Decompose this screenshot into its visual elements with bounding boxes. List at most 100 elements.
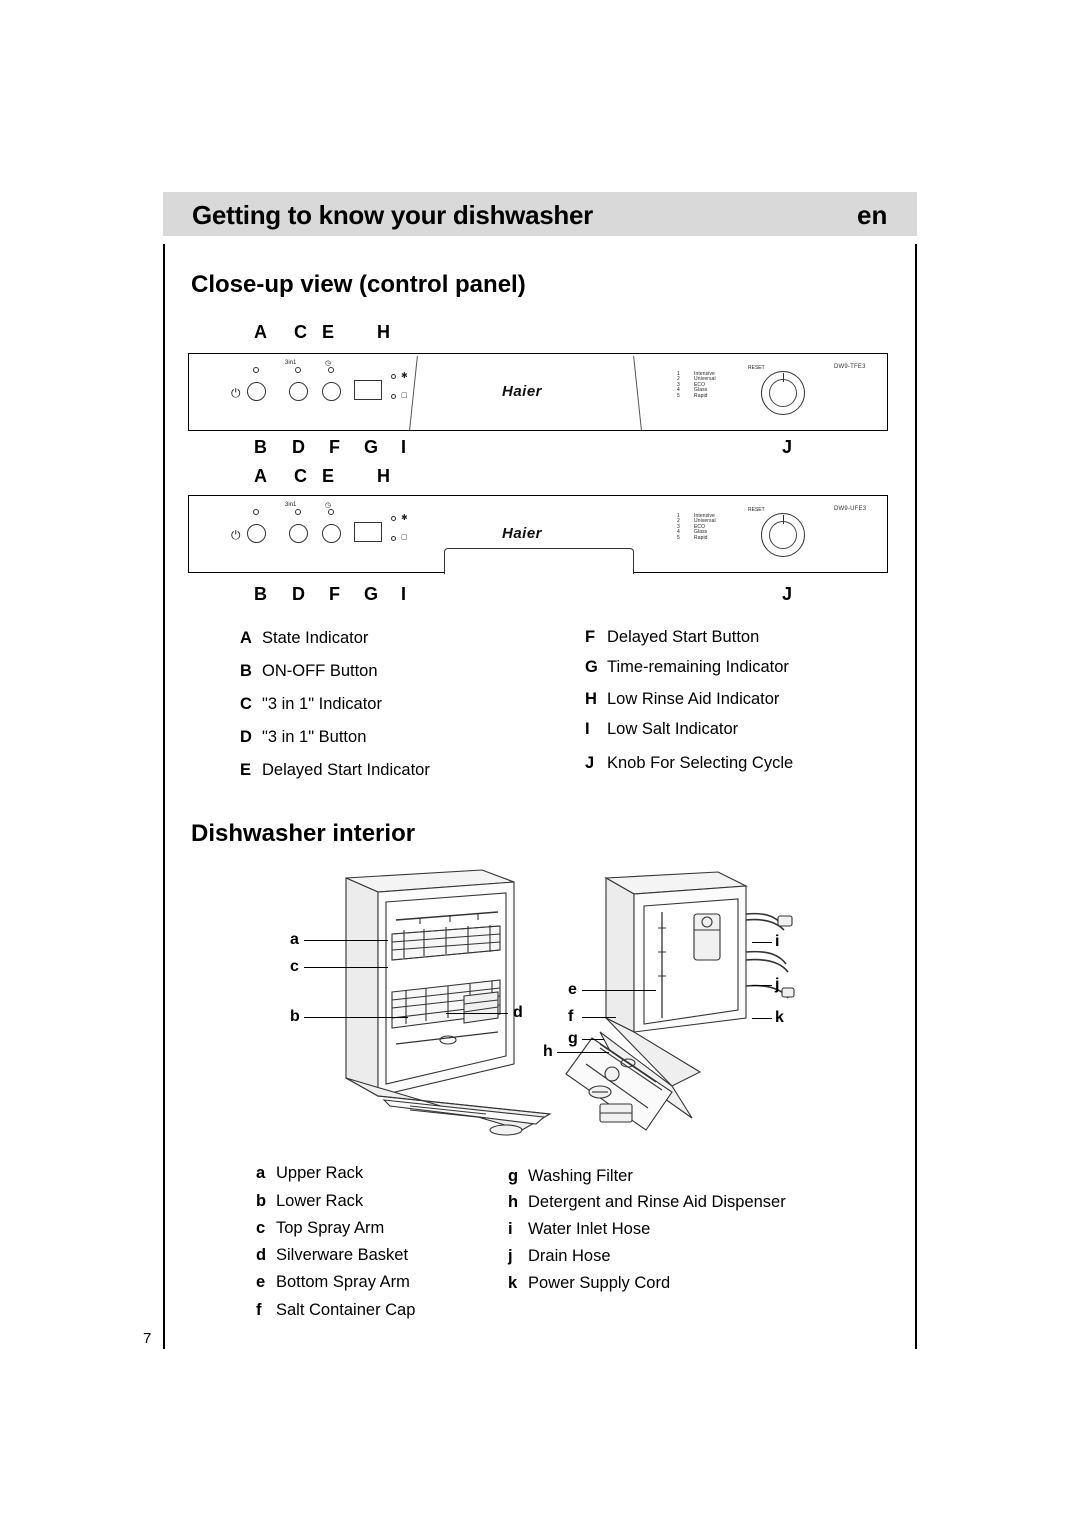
- legend-label-a: State Indicator: [262, 629, 369, 647]
- legend-key-h-lc: h: [508, 1193, 519, 1211]
- callout-row-top-1: A C E H: [188, 322, 888, 344]
- legend-item-d: D "3 in 1" Button: [240, 728, 366, 747]
- brand-logo-2: Haier: [502, 525, 543, 542]
- legend-item-top-spray-arm: c Top Spray Arm: [256, 1219, 384, 1238]
- program-rapid: Rapid: [694, 392, 708, 399]
- right-rule: [915, 244, 917, 1349]
- clock-icon-2: ◷: [325, 502, 332, 509]
- program-list-1: Intensive Universal ECO Glass Rapid: [694, 371, 716, 399]
- leader-j: [752, 985, 772, 987]
- legend-label-drain-hose: Drain Hose: [528, 1247, 611, 1265]
- callout-d-2: D: [292, 584, 305, 604]
- callout-f: F: [329, 437, 340, 457]
- legend-item-j: J Knob For Selecting Cycle: [585, 754, 793, 773]
- door-handle[interactable]: [444, 548, 634, 574]
- callout-row-bottom-1: B D F G I J: [188, 437, 888, 459]
- salt-icon: ▢: [401, 392, 408, 399]
- legend-item-silverware-basket: d Silverware Basket: [256, 1246, 408, 1265]
- reset-label-2: RESET: [748, 507, 765, 513]
- callout-g-2: G: [364, 584, 379, 604]
- diagram-label-h: h: [543, 1043, 553, 1060]
- legend-label-d: "3 in 1" Button: [262, 728, 367, 746]
- legend-key-b-lc: b: [256, 1192, 267, 1210]
- language-code: en: [857, 200, 888, 230]
- panel-divider-right: [633, 356, 642, 430]
- on-off-button-2[interactable]: [247, 524, 266, 543]
- program-ticks-2: 1 2 3 4 5: [677, 513, 680, 541]
- three-in-one-button[interactable]: [289, 382, 308, 401]
- callout-i: I: [401, 437, 407, 457]
- program-rapid-2: Rapid: [694, 534, 708, 541]
- legend-label-bottom-spray-arm: Bottom Spray Arm: [276, 1273, 410, 1291]
- salt-icon-2: ▢: [401, 534, 408, 541]
- callout-g: G: [364, 437, 379, 457]
- legend-item-h: H Low Rinse Aid Indicator: [585, 690, 779, 709]
- leader-k: [752, 1018, 772, 1020]
- knob-pointer-2: [783, 515, 785, 524]
- program-ticks-1: 1 2 3 4 5: [677, 371, 680, 399]
- left-rule: [163, 244, 165, 1349]
- power-icon: ⏻: [231, 386, 241, 400]
- legend-item-washing-filter: g Washing Filter: [508, 1167, 633, 1186]
- diagram-label-e: e: [568, 981, 577, 998]
- delayed-start-button[interactable]: [322, 382, 341, 401]
- legend-key-f: F: [585, 628, 596, 646]
- legend-label-j: Knob For Selecting Cycle: [607, 754, 794, 772]
- reset-label: RESET: [748, 365, 765, 371]
- leader-h: [557, 1052, 609, 1054]
- legend-key-e: E: [240, 761, 252, 779]
- panel-divider-left: [409, 356, 418, 430]
- legend-item-lower-rack: b Lower Rack: [256, 1192, 363, 1211]
- section-title-interior: Dishwasher interior: [191, 820, 416, 847]
- control-panel-diagram-1: ⏻ 3in1 ◷ ✱ ▢ Haier Intensive Universal E…: [188, 353, 888, 431]
- legend-label-dispenser: Detergent and Rinse Aid Dispenser: [528, 1193, 786, 1211]
- state-indicator-led-2: [253, 509, 259, 515]
- delayed-start-button-2[interactable]: [322, 524, 341, 543]
- state-indicator-led: [253, 367, 259, 373]
- three-in-one-button-2[interactable]: [289, 524, 308, 543]
- callout-h: H: [377, 322, 390, 342]
- legend-key-d-lc: d: [256, 1246, 267, 1264]
- callout-f-2: F: [329, 584, 340, 604]
- legend-item-g: G Time-remaining Indicator: [585, 658, 789, 677]
- legend-label-water-inlet-hose: Water Inlet Hose: [528, 1220, 651, 1238]
- legend-key-g-lc: g: [508, 1167, 519, 1185]
- on-off-button[interactable]: [247, 382, 266, 401]
- legend-item-i: I Low Salt Indicator: [585, 720, 738, 739]
- legend-label-salt-container-cap: Salt Container Cap: [276, 1301, 416, 1319]
- legend-label-g: Time-remaining Indicator: [607, 658, 789, 676]
- tick-5: 5: [677, 392, 680, 399]
- legend-label-f: Delayed Start Button: [607, 628, 760, 646]
- legend-label-top-spray-arm: Top Spray Arm: [276, 1219, 385, 1237]
- legend-label-i: Low Salt Indicator: [607, 720, 739, 738]
- knob-pointer: [783, 373, 785, 382]
- leader-a: [304, 940, 388, 942]
- page-title: Getting to know your dishwasher: [192, 200, 593, 230]
- legend-item-f: F Delayed Start Button: [585, 628, 759, 647]
- tick-5-2: 5: [677, 534, 680, 541]
- leader-f: [582, 1017, 616, 1019]
- callout-a-2: A: [254, 466, 267, 486]
- leader-g: [582, 1039, 604, 1041]
- legend-label-b: ON-OFF Button: [262, 662, 378, 680]
- legend-key-j: J: [585, 754, 595, 772]
- callout-c: C: [294, 322, 307, 342]
- diagram-label-b: b: [290, 1008, 300, 1025]
- diagram-label-j: j: [775, 976, 780, 993]
- legend-key-d: D: [240, 728, 252, 746]
- model-code-2: DW9-UFE3: [834, 506, 867, 512]
- legend-item-a: A State Indicator: [240, 629, 368, 648]
- leader-c: [304, 967, 388, 969]
- legend-key-g: G: [585, 658, 598, 676]
- legend-item-upper-rack: a Upper Rack: [256, 1164, 363, 1183]
- rinse-aid-icon-2: ✱: [401, 513, 408, 522]
- interior-illustration: [345, 869, 795, 1136]
- callout-row-bottom-2: B D F G I J: [188, 584, 888, 606]
- legend-item-salt-container-cap: f Salt Container Cap: [256, 1301, 415, 1320]
- cycle-selector-knob-inner[interactable]: [769, 379, 797, 407]
- cycle-selector-knob-inner-2[interactable]: [769, 521, 797, 549]
- callout-a: A: [254, 322, 267, 342]
- callout-b: B: [254, 437, 267, 457]
- three-in-one-icon-2: 3in1: [285, 502, 297, 508]
- diagram-label-c: c: [290, 958, 299, 975]
